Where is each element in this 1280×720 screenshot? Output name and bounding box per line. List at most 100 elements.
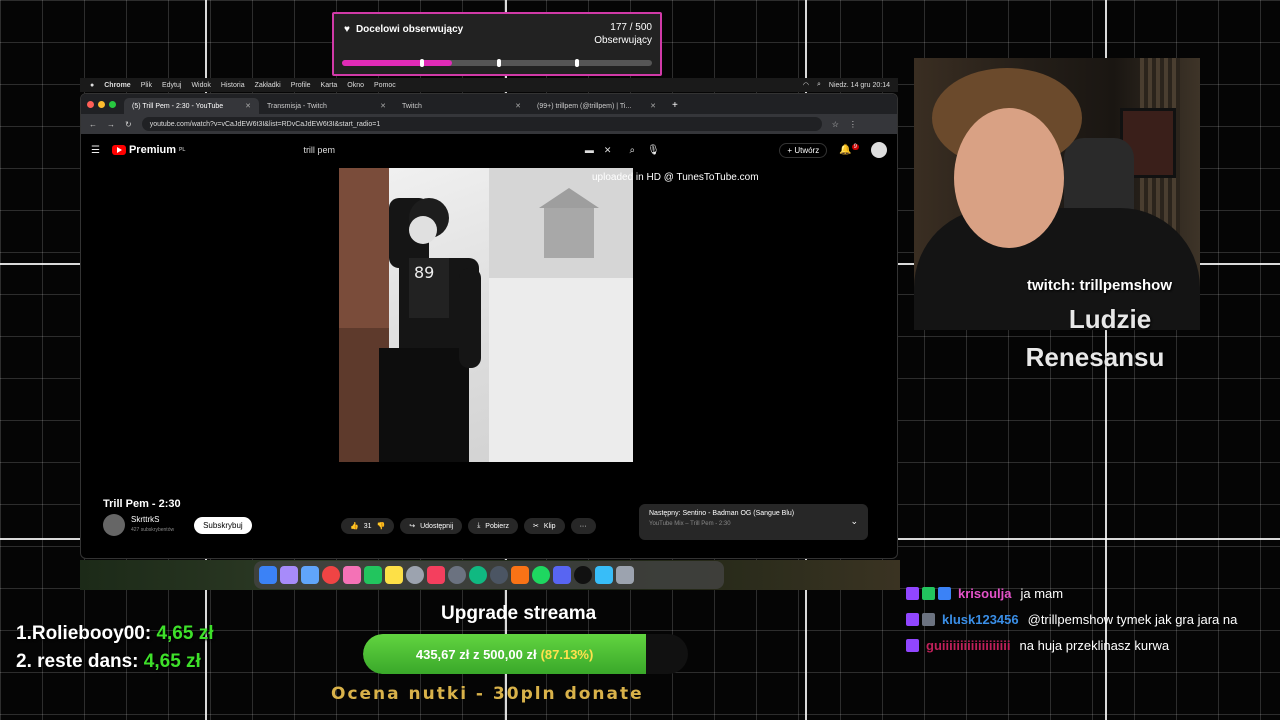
video-player[interactable]: 89 uploaded in HD @ TunesToTube.com (81, 166, 897, 486)
up-next-title: Następny: Sentino - Badman OG (Sangue Bl… (649, 510, 795, 517)
like-button[interactable]: 👍 31 👎 (341, 518, 395, 534)
menu-item[interactable]: Widok (191, 82, 210, 89)
close-icon[interactable]: ✕ (380, 102, 386, 110)
leaderboard-row: 1.Roliebooy00: 4,65 zł (16, 623, 214, 644)
search-icon[interactable]: ⌕ (817, 81, 821, 89)
window-controls (87, 94, 124, 114)
menu-item[interactable]: Okno (347, 82, 364, 89)
menu-item[interactable]: Zakładki (255, 82, 281, 89)
photos-icon[interactable] (343, 566, 361, 584)
scissors-icon: ✂ (533, 523, 539, 530)
tab-twitch[interactable]: Twitch ✕ (394, 98, 529, 114)
upgrade-goal-title: Upgrade streama (441, 603, 597, 624)
messages-icon[interactable] (364, 566, 382, 584)
goal-tick (574, 59, 579, 67)
maximize-window-button[interactable] (109, 100, 116, 108)
upgrade-progress-fill: 435,67 zł z 500,00 zł (87.13%) (363, 634, 647, 674)
menu-item[interactable]: Pomoc (374, 82, 396, 89)
downloads-folder-icon[interactable] (595, 566, 613, 584)
subscriber-badge-icon (906, 612, 919, 626)
close-icon[interactable]: ✕ (245, 102, 251, 110)
bookmark-star-icon[interactable]: ☆ (832, 120, 839, 129)
chat-text: ja mam (1020, 585, 1064, 601)
forward-icon[interactable]: → (107, 120, 115, 129)
rating-donation-banner: Ocena nutki - 30pln donate (331, 684, 644, 704)
menu-item[interactable]: Edytuj (162, 82, 181, 89)
share-button[interactable]: ↪ Udostępnij (400, 518, 463, 534)
channel-name[interactable]: SkrttrkS (131, 515, 159, 524)
url-field[interactable]: youtube.com/watch?v=vCaJdEW6t3I&list=RDv… (141, 117, 822, 131)
channel-info[interactable]: SkrttrkS 427 subskrybentów (131, 515, 174, 535)
wifi-icon[interactable]: ◠ (803, 81, 809, 89)
close-icon[interactable]: ✕ (650, 102, 656, 110)
chrome-icon[interactable] (322, 566, 340, 584)
close-window-button[interactable] (87, 100, 94, 108)
menu-item[interactable]: Profile (291, 82, 311, 89)
hamburger-menu-icon[interactable]: ☰ (91, 145, 100, 156)
spotify-icon[interactable] (532, 566, 550, 584)
create-button[interactable]: + Utwórz (779, 142, 828, 158)
back-icon[interactable]: ← (89, 120, 97, 129)
video-actions: 👍 31 👎 ↪ Udostępnij ⤓ Pobierz ✂ Klip ··· (341, 518, 596, 534)
microphone-icon[interactable]: 🎙 (647, 145, 660, 156)
video-title: Trill Pem - 2:30 (103, 498, 181, 510)
menu-dots-icon[interactable]: ⋮ (849, 120, 857, 129)
menu-item[interactable]: Plik (141, 82, 152, 89)
channel-block: SkrttrkS 427 subskrybentów Subskrybuj (103, 514, 252, 536)
download-button[interactable]: ⤓ Pobierz (468, 518, 519, 534)
music-icon[interactable] (427, 566, 445, 584)
search-input[interactable]: trill pem ▬ ✕ (297, 140, 617, 160)
apple-icon[interactable]: ● (90, 82, 94, 89)
menubar-clock[interactable]: Niedz. 14 gru 20:14 (829, 82, 890, 89)
youtube-premium-logo[interactable]: Premium PL (111, 144, 185, 156)
tab-youtube[interactable]: (5) Trill Pem - 2:30 - YouTube ✕ (124, 98, 259, 114)
channel-avatar[interactable] (103, 514, 125, 536)
menu-item[interactable]: Karta (321, 82, 338, 89)
minimize-window-button[interactable] (98, 100, 105, 108)
goal-title: ♥ Docelowi obserwujący (344, 24, 464, 35)
clip-button[interactable]: ✂ Klip (524, 518, 565, 534)
chat-username: krisoulja (958, 585, 1012, 601)
keyboard-icon[interactable]: ▬ (585, 145, 594, 156)
chevron-down-icon[interactable]: ⌄ (850, 516, 858, 527)
chat-username: klusk123456 (942, 611, 1019, 627)
up-next-card[interactable]: Następny: Sentino - Badman OG (Sangue Bl… (639, 504, 868, 540)
video-meta: Trill Pem - 2:30 SkrttrkS 427 subskryben… (81, 486, 897, 558)
tab-tiktok[interactable]: (99+) trillpem (@trillpem) | Ti... ✕ (529, 98, 664, 114)
subscribe-button[interactable]: Subskrybuj (194, 516, 252, 534)
finder-icon[interactable] (259, 566, 277, 584)
new-tab-button[interactable]: + (664, 100, 686, 114)
notes-icon[interactable] (385, 566, 403, 584)
trash-icon[interactable] (616, 566, 634, 584)
settings-gear-icon[interactable] (448, 566, 466, 584)
discord-icon[interactable] (553, 566, 571, 584)
obs-icon[interactable] (574, 566, 592, 584)
account-avatar[interactable] (871, 142, 887, 158)
search-button[interactable]: ⌕ (629, 145, 635, 156)
thumbs-up-icon: 👍 (350, 523, 359, 530)
youtube-header: ☰ Premium PL trill pem ▬ ✕ ⌕ 🎙 + Utwórz 🔔… (81, 134, 897, 166)
notifications-bell-icon[interactable]: 🔔 9 (839, 144, 859, 156)
chat-message: guiiiiiiiiiiiiiiiiiii na huja przeklinas… (906, 632, 1280, 658)
tab-twitch-stream[interactable]: Transmisja - Twitch ✕ (259, 98, 394, 114)
address-bar-row: ← → ↻ youtube.com/watch?v=vCaJdEW6t3I&li… (81, 114, 897, 134)
compass-icon[interactable] (406, 566, 424, 584)
safari-icon[interactable] (301, 566, 319, 584)
menu-item[interactable]: Historia (221, 82, 245, 89)
verified-badge-icon (922, 586, 935, 600)
album-title: Ludzie Renesansu (1025, 304, 1165, 372)
chat-text: na huja przeklinasz kurwa (1019, 637, 1170, 653)
activity-monitor-icon[interactable] (490, 566, 508, 584)
launchpad-icon[interactable] (280, 566, 298, 584)
clear-search-icon[interactable]: ✕ (604, 145, 612, 156)
close-icon[interactable]: ✕ (515, 102, 521, 110)
more-actions-button[interactable]: ··· (570, 518, 596, 534)
menubar-app[interactable]: Chrome (104, 82, 130, 89)
vlc-icon[interactable] (511, 566, 529, 584)
thumbs-down-icon[interactable]: 👎 (377, 522, 386, 530)
chat-username: guiiiiiiiiiiiiiiiiiii (926, 637, 1011, 653)
chatgpt-icon[interactable] (469, 566, 487, 584)
reload-icon[interactable]: ↻ (125, 120, 132, 129)
download-icon: ⤓ (477, 522, 481, 529)
subscriber-badge-icon (906, 586, 919, 600)
